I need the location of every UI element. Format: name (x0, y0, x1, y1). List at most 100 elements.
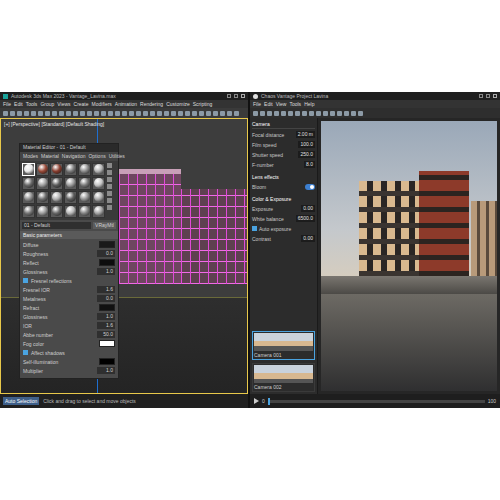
spinner-field[interactable]: 0.0 (97, 295, 115, 302)
tool-icon[interactable] (267, 111, 272, 116)
tool-icon[interactable] (227, 111, 232, 116)
slot-tool-icon[interactable] (107, 205, 112, 210)
tool-icon[interactable] (24, 111, 29, 116)
checkbox[interactable] (23, 278, 28, 283)
material-slot[interactable] (64, 205, 77, 218)
spinner-field[interactable]: 1.6 (97, 322, 115, 329)
tool-icon[interactable] (358, 111, 363, 116)
tool-icon[interactable] (274, 111, 279, 116)
minimize-icon[interactable] (479, 94, 483, 98)
tool-icon[interactable] (344, 111, 349, 116)
material-slot[interactable] (36, 163, 49, 176)
setting-field[interactable]: 8.0 (304, 161, 315, 168)
setting-field[interactable]: 0.00 (301, 235, 315, 242)
render-view[interactable] (321, 121, 497, 391)
material-slot[interactable] (78, 177, 91, 190)
menu-item[interactable]: Animation (115, 101, 137, 108)
tool-icon[interactable] (164, 111, 169, 116)
tool-icon[interactable] (80, 111, 85, 116)
color-swatch[interactable] (99, 358, 115, 365)
spinner-field[interactable]: 1.6 (97, 286, 115, 293)
material-slot[interactable] (78, 191, 91, 204)
tool-icon[interactable] (337, 111, 342, 116)
tool-icon[interactable] (213, 111, 218, 116)
tool-icon[interactable] (73, 111, 78, 116)
tool-icon[interactable] (52, 111, 57, 116)
tool-icon[interactable] (87, 111, 92, 116)
tool-icon[interactable] (136, 111, 141, 116)
minimize-icon[interactable] (227, 94, 231, 98)
tool-icon[interactable] (295, 111, 300, 116)
menu-item[interactable]: Customize (166, 101, 190, 108)
spinner-field[interactable]: 1.0 (97, 313, 115, 320)
setting-field[interactable]: 100.0 (298, 141, 315, 148)
material-slot[interactable] (50, 191, 63, 204)
slot-tool-icon[interactable] (107, 163, 112, 168)
material-slot[interactable] (64, 163, 77, 176)
viewport[interactable]: [+] [Perspective] [Standard] [Default Sh… (0, 118, 248, 394)
material-slot[interactable] (64, 177, 77, 190)
close-icon[interactable] (241, 94, 245, 98)
menu-item[interactable]: Scripting (193, 101, 212, 108)
maximize-icon[interactable] (234, 94, 238, 98)
menu-item[interactable]: Help (304, 101, 314, 108)
viewport-label[interactable]: [+] [Perspective] [Standard] [Default Sh… (4, 121, 104, 127)
slot-tool-icon[interactable] (107, 198, 112, 203)
tool-icon[interactable] (45, 111, 50, 116)
camera-thumbnail[interactable]: Camera 002 (252, 363, 315, 392)
material-slot[interactable] (36, 177, 49, 190)
tool-icon[interactable] (171, 111, 176, 116)
slot-tool-icon[interactable] (107, 191, 112, 196)
menu-item[interactable]: View (276, 101, 287, 108)
tool-icon[interactable] (323, 111, 328, 116)
menu-item[interactable]: Modifiers (92, 101, 112, 108)
material-type-button[interactable]: VRayMtl (93, 222, 116, 230)
tool-icon[interactable] (178, 111, 183, 116)
tool-icon[interactable] (129, 111, 134, 116)
tool-icon[interactable] (31, 111, 36, 116)
menu-item[interactable]: Utilities (109, 153, 125, 160)
menu-item[interactable]: Edit (264, 101, 273, 108)
tool-icon[interactable] (351, 111, 356, 116)
menu-item[interactable]: Edit (14, 101, 23, 108)
tool-icon[interactable] (94, 111, 99, 116)
checkbox[interactable] (23, 350, 28, 355)
tool-icon[interactable] (3, 111, 8, 116)
tool-icon[interactable] (150, 111, 155, 116)
tool-icon[interactable] (10, 111, 15, 116)
camera-thumbnail[interactable]: Camera 001 (252, 331, 315, 360)
material-slot[interactable] (22, 163, 35, 176)
material-slot[interactable] (92, 163, 105, 176)
playhead[interactable] (268, 398, 270, 405)
color-swatch[interactable] (99, 259, 115, 266)
material-slot[interactable] (64, 191, 77, 204)
setting-field[interactable]: 0.00 (301, 205, 315, 212)
tool-icon[interactable] (192, 111, 197, 116)
tool-icon[interactable] (281, 111, 286, 116)
tool-icon[interactable] (288, 111, 293, 116)
menu-item[interactable]: Tools (289, 101, 301, 108)
slot-tool-icon[interactable] (107, 177, 112, 182)
color-swatch[interactable] (99, 304, 115, 311)
material-slot[interactable] (92, 191, 105, 204)
setting-field[interactable]: 250.0 (298, 151, 315, 158)
setting-field[interactable]: 6500.0 (296, 215, 315, 222)
material-slot[interactable] (50, 163, 63, 176)
material-slot[interactable] (36, 205, 49, 218)
tool-icon[interactable] (17, 111, 22, 116)
maximize-icon[interactable] (486, 94, 490, 98)
section-header[interactable]: Lens effects (252, 174, 279, 180)
menu-item[interactable]: Group (40, 101, 54, 108)
material-slot[interactable] (22, 191, 35, 204)
checkbox[interactable] (252, 226, 257, 231)
tool-icon[interactable] (199, 111, 204, 116)
material-slot[interactable] (50, 177, 63, 190)
material-slot[interactable] (92, 177, 105, 190)
tool-icon[interactable] (234, 111, 239, 116)
tool-icon[interactable] (122, 111, 127, 116)
setting-field[interactable]: 2.00 m (296, 131, 315, 138)
tool-icon[interactable] (157, 111, 162, 116)
tool-icon[interactable] (38, 111, 43, 116)
section-header[interactable]: Color & Exposure (252, 196, 291, 202)
menu-item[interactable]: Create (74, 101, 89, 108)
